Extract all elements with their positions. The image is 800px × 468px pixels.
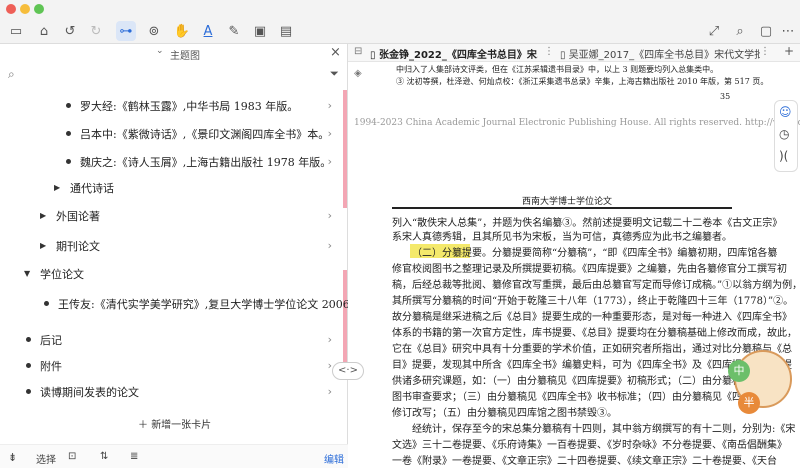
clock-icon[interactable]: ◷: [779, 127, 789, 141]
layers-icon[interactable]: ◈: [354, 68, 362, 79]
assistant-icon[interactable]: ☺: [779, 105, 792, 119]
chevron-right-icon[interactable]: ›: [328, 99, 332, 112]
fullscreen-icon[interactable]: ⤢: [704, 21, 724, 41]
bullet-icon: [44, 301, 49, 306]
search-icon: ⌕: [8, 67, 15, 81]
more-icon[interactable]: ⋯: [778, 21, 798, 41]
bullet-icon: [66, 131, 71, 136]
chevron-right-icon[interactable]: ›: [328, 333, 332, 346]
list-item[interactable]: 罗大经:《鹤林玉露》,中华书局 1983 年版。 ›: [0, 92, 340, 118]
header-rule: [392, 207, 732, 209]
chevron-right-icon[interactable]: ›: [328, 239, 332, 252]
list-item[interactable]: ▼ 学位论文: [0, 260, 340, 286]
filter-icon[interactable]: ⏷: [330, 67, 339, 81]
sidebar-toggle-icon[interactable]: ⊟: [354, 46, 362, 57]
close-icon[interactable]: ×: [330, 45, 341, 60]
add-tab-icon[interactable]: +: [784, 44, 794, 58]
save-icon[interactable]: ▢: [756, 21, 776, 41]
list-item[interactable]: 附件 ›: [0, 352, 340, 378]
edit-button[interactable]: 编辑: [324, 451, 344, 466]
pen-icon[interactable]: ✎: [224, 21, 244, 41]
panel-header: ⌄ 主题图 ×: [0, 44, 348, 62]
pdf-icon: ▯: [370, 50, 379, 61]
redo-icon[interactable]: ↻: [86, 21, 106, 41]
expand-triangle-icon[interactable]: ▶: [40, 241, 46, 250]
chevron-right-icon[interactable]: ›: [328, 209, 332, 222]
tab-document-1[interactable]: ▯ 张金铮_2022_《四库全书总目》宋...: [370, 46, 538, 61]
search-input[interactable]: [24, 66, 320, 84]
library-icon[interactable]: ⌂: [34, 21, 54, 41]
highlight-icon[interactable]: A: [198, 21, 218, 41]
pdf-icon: ▯: [560, 50, 569, 61]
list-item[interactable]: 魏庆之:《诗人玉屑》,上海古籍出版社 1978 年版。 ›: [0, 148, 340, 174]
page-header: 西南大学博士学位论文: [522, 197, 613, 207]
mascot-badge[interactable]: 中 半: [728, 340, 798, 420]
tab-menu-icon[interactable]: ⋮: [544, 46, 554, 57]
selection-indicator: [343, 90, 347, 208]
list-item[interactable]: ▶ 期刊论文 ›: [0, 232, 340, 258]
chevron-down-icon[interactable]: ⌄: [156, 46, 164, 56]
panel-title: 主题图: [170, 51, 200, 62]
split-icon[interactable]: )(: [779, 149, 788, 163]
bullet-icon: [26, 363, 31, 368]
mindmap-outline-panel: ⌄ 主题图 × ⌕ ⏷ 罗大经:《鹤林玉露》,中华书局 1983 年版。 › 吕…: [0, 44, 348, 468]
badge-bottom: 半: [738, 392, 760, 414]
outline-tree: 罗大经:《鹤林玉露》,中华书局 1983 年版。 › 吕本中:《紫微诗话》,《景…: [0, 90, 348, 450]
minimize-window-button[interactable]: [20, 4, 30, 14]
select-button[interactable]: 选择: [36, 451, 56, 466]
collapse-triangle-icon[interactable]: ▼: [24, 269, 30, 278]
undo-icon[interactable]: ↺: [60, 21, 80, 41]
format-icon[interactable]: ≣: [130, 451, 138, 462]
watermark: 1994-2023 China Academic Journal Electro…: [354, 118, 800, 128]
close-window-button[interactable]: [6, 4, 16, 14]
image-icon[interactable]: ▤: [276, 21, 296, 41]
search-bar: ⌕ ⏷: [0, 64, 348, 86]
list-item[interactable]: 吕本中:《紫微诗话》,《景印文渊阁四库全书》本。 ›: [0, 120, 340, 146]
selection-indicator: [343, 270, 347, 375]
maximize-window-button[interactable]: [34, 4, 44, 14]
bullet-icon: [26, 389, 31, 394]
list-item[interactable]: 后记 ›: [0, 326, 340, 352]
list-item[interactable]: ▶ 通代诗话: [0, 174, 340, 200]
panel-footer: ⇟ 选择 ⊡ ⇅ ≣ 编辑: [0, 444, 348, 468]
chevron-right-icon[interactable]: ›: [328, 385, 332, 398]
tab-menu-icon[interactable]: ⋮: [760, 46, 770, 57]
list-item[interactable]: 读博期间发表的论文 ›: [0, 378, 340, 404]
expand-triangle-icon[interactable]: ▶: [54, 183, 60, 192]
bullet-icon: [66, 159, 71, 164]
lock-icon[interactable]: ⊡: [68, 451, 76, 462]
toolbar: ▭ ⌂ ↺ ↻ ⊶ ⊚ ✋ A ✎ ▣ ▤ ⤢ ⌕ ▢ ⋯: [0, 18, 800, 44]
bullet-icon: [26, 337, 31, 342]
search-doc-icon[interactable]: ⌕: [730, 21, 750, 41]
list-item[interactable]: 王传友:《清代实学美学研究》,复旦大学博士学位论文 2006 年。 ›: [0, 290, 348, 316]
badge-top: 中: [728, 360, 750, 382]
plus-icon: ＋: [138, 420, 148, 431]
indent-icon[interactable]: ⇟: [8, 451, 17, 464]
mindmap-icon[interactable]: ⊶: [116, 21, 136, 41]
text-box-icon[interactable]: ▣: [250, 21, 270, 41]
chevron-right-icon[interactable]: ›: [328, 127, 332, 140]
title-bar: [0, 0, 800, 18]
chevron-right-icon[interactable]: ›: [328, 297, 332, 310]
expand-triangle-icon[interactable]: ▶: [40, 211, 46, 220]
tab-document-2[interactable]: ▯ 吴亚娜_2017_《四库全书总目》宋代文学批评研...: [560, 46, 760, 61]
floating-toolbar: ☺ ◷ )(: [774, 100, 798, 172]
tab-bar: ⊟ ▯ 张金铮_2022_《四库全书总目》宋... ⋮ ▯ 吴亚娜_2017_《…: [348, 44, 800, 62]
add-card-button[interactable]: ＋ 新增一张卡片: [138, 416, 211, 431]
sidebar-icon[interactable]: ▭: [6, 21, 26, 41]
hand-icon[interactable]: ✋: [172, 21, 192, 41]
chevron-right-icon[interactable]: ›: [328, 155, 332, 168]
bullet-icon: [66, 103, 71, 108]
list-item[interactable]: ▶ 外国论著 ›: [0, 202, 340, 228]
sort-icon[interactable]: ⇅: [100, 451, 108, 462]
share-icon[interactable]: ⊚: [144, 21, 164, 41]
pane-nav-button[interactable]: <·>: [332, 362, 364, 380]
